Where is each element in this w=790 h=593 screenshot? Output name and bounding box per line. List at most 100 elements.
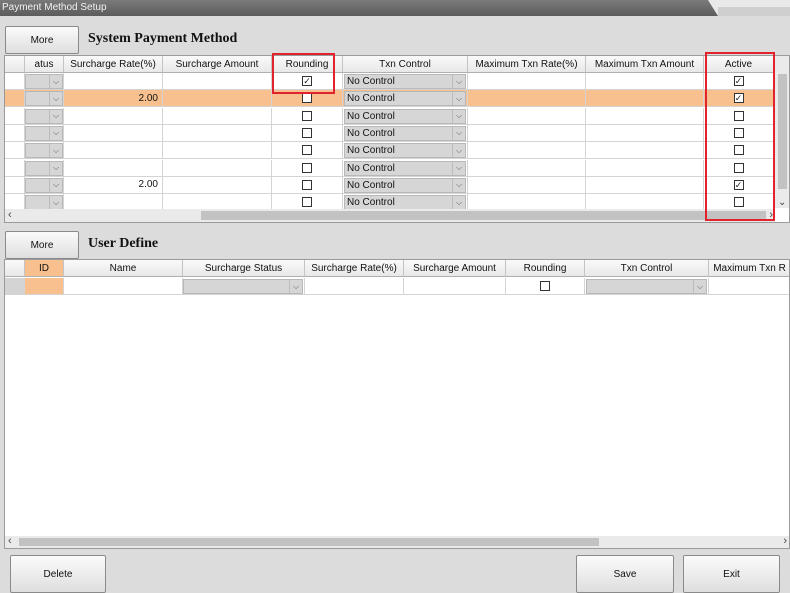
table-row[interactable]: ⌵ No Control ⌵	[5, 142, 774, 160]
surcharge-status-select[interactable]: ⌵	[25, 160, 63, 176]
rounding-cell[interactable]	[272, 107, 343, 125]
table-row[interactable]: ⌵ ⌵	[5, 278, 789, 295]
scrollbar-thumb[interactable]	[778, 74, 787, 189]
scroll-left-icon[interactable]: ‹	[8, 535, 12, 547]
status-cell[interactable]: ⌵	[25, 107, 64, 125]
header-rounding[interactable]: Rounding	[506, 260, 585, 277]
txn-control-select[interactable]: No Control ⌵	[344, 160, 466, 176]
chevron-down-icon[interactable]: ⌵	[49, 109, 62, 123]
surcharge-amount-cell[interactable]	[163, 73, 272, 90]
max-txn-amount-cell[interactable]	[586, 142, 704, 160]
header-rate[interactable]: Surcharge Rate(%)	[64, 56, 163, 73]
chevron-down-icon[interactable]: ⌵	[49, 126, 62, 140]
chevron-down-icon[interactable]: ⌵	[452, 144, 465, 158]
row-selector[interactable]	[5, 159, 25, 177]
surcharge-rate-cell[interactable]	[64, 124, 163, 142]
chevron-down-icon[interactable]: ⌵	[49, 144, 62, 158]
surcharge-status-select[interactable]: ⌵	[183, 279, 303, 294]
header-txn-control[interactable]: Txn Control	[585, 260, 709, 277]
system-more-button[interactable]: More	[5, 26, 79, 54]
max-txn-rate-cell[interactable]	[468, 124, 586, 142]
system-payment-grid[interactable]: atus Surcharge Rate(%) Surcharge Amount Rou…	[4, 55, 790, 223]
txn-control-cell[interactable]: No Control ⌵	[343, 159, 468, 177]
status-cell[interactable]: ⌵	[25, 159, 64, 177]
surcharge-amount-cell[interactable]	[163, 124, 272, 142]
name-cell[interactable]	[64, 278, 183, 295]
header-surcharge-amount[interactable]: Surcharge Amount	[404, 260, 506, 277]
chevron-down-icon[interactable]: ⌵	[49, 92, 62, 106]
rounding-checkbox[interactable]	[302, 110, 312, 121]
horizontal-scrollbar[interactable]: ‹ ›	[5, 535, 789, 548]
max-txn-amount-cell[interactable]	[586, 176, 704, 194]
table-row[interactable]: ⌵ 2.00 No Control ⌵ ✓	[5, 90, 774, 108]
row-selector[interactable]	[5, 107, 25, 125]
header-surcharge-status[interactable]: Surcharge Status	[183, 260, 305, 277]
horizontal-scrollbar[interactable]: ‹ ›	[5, 209, 775, 222]
max-txn-rate-cell[interactable]	[468, 107, 586, 125]
surcharge-status-cell[interactable]: ⌵	[183, 278, 305, 295]
row-selector[interactable]	[5, 176, 25, 194]
scroll-right-icon[interactable]: ›	[783, 535, 787, 547]
scrollbar-thumb[interactable]	[19, 538, 599, 546]
chevron-down-icon[interactable]: ⌵	[49, 178, 62, 192]
rounding-cell[interactable]	[272, 159, 343, 177]
header-name[interactable]: Name	[64, 260, 183, 277]
surcharge-rate-cell[interactable]: 2.00	[64, 90, 163, 108]
chevron-down-icon[interactable]: ⌵	[452, 75, 465, 88]
txn-control-select[interactable]: No Control ⌵	[344, 125, 466, 141]
scroll-left-icon[interactable]: ‹	[8, 209, 12, 221]
rounding-checkbox[interactable]	[540, 281, 550, 291]
table-row[interactable]: ⌵ ✓ No Control ⌵ ✓	[5, 73, 774, 90]
surcharge-status-select[interactable]: ⌵	[25, 177, 63, 193]
row-selector[interactable]	[5, 142, 25, 160]
surcharge-amount-cell[interactable]	[163, 90, 272, 108]
txn-control-select[interactable]: No Control ⌵	[344, 74, 466, 89]
chevron-down-icon[interactable]: ⌵	[49, 161, 62, 175]
surcharge-rate-cell[interactable]	[64, 73, 163, 90]
row-selector[interactable]	[5, 73, 25, 90]
rounding-checkbox[interactable]	[302, 145, 312, 156]
chevron-down-icon[interactable]: ⌵	[452, 92, 465, 106]
user-more-button[interactable]: More	[5, 231, 79, 259]
vertical-scrollbar[interactable]: ⌄	[775, 56, 789, 208]
surcharge-rate-cell[interactable]	[64, 142, 163, 160]
txn-control-select[interactable]: No Control ⌵	[344, 143, 466, 159]
status-cell[interactable]: ⌵	[25, 124, 64, 142]
surcharge-amount-cell[interactable]	[163, 142, 272, 160]
rounding-checkbox[interactable]	[302, 179, 312, 190]
rounding-checkbox[interactable]	[302, 162, 312, 173]
rounding-checkbox[interactable]	[302, 197, 312, 208]
header-id[interactable]: ID	[25, 260, 64, 277]
txn-control-cell[interactable]: No Control ⌵	[343, 176, 468, 194]
table-row[interactable]: ⌵ No Control ⌵	[5, 107, 774, 125]
surcharge-amount-cell[interactable]	[163, 176, 272, 194]
max-txn-rate-cell[interactable]	[468, 90, 586, 108]
status-cell[interactable]: ⌵	[25, 90, 64, 108]
chevron-down-icon[interactable]: ⌵	[693, 280, 706, 293]
surcharge-status-select[interactable]: ⌵	[25, 195, 63, 211]
surcharge-rate-cell[interactable]: 2.00	[64, 176, 163, 194]
max-txn-rate-cell[interactable]	[709, 278, 789, 295]
row-selector[interactable]	[5, 278, 25, 295]
surcharge-status-select[interactable]: ⌵	[25, 74, 63, 89]
chevron-down-icon[interactable]: ⌵	[49, 75, 62, 88]
table-row[interactable]: ⌵ 2.00 No Control ⌵ ✓	[5, 176, 774, 194]
header-status[interactable]: atus	[25, 56, 64, 73]
chevron-down-icon[interactable]: ⌵	[452, 178, 465, 192]
header-amount[interactable]: Surcharge Amount	[163, 56, 272, 73]
rounding-cell[interactable]	[506, 278, 585, 295]
status-cell[interactable]: ⌵	[25, 142, 64, 160]
max-txn-rate-cell[interactable]	[468, 176, 586, 194]
max-txn-rate-cell[interactable]	[468, 73, 586, 90]
surcharge-rate-cell[interactable]	[64, 107, 163, 125]
chevron-down-icon[interactable]: ⌵	[49, 196, 62, 210]
txn-control-select[interactable]: No Control ⌵	[344, 177, 466, 193]
save-button[interactable]: Save	[576, 555, 674, 593]
surcharge-amount-cell[interactable]	[404, 278, 506, 295]
chevron-down-icon[interactable]: ⌵	[452, 126, 465, 140]
max-txn-rate-cell[interactable]	[468, 142, 586, 160]
surcharge-status-select[interactable]: ⌵	[25, 125, 63, 141]
txn-control-select[interactable]: No Control ⌵	[344, 195, 466, 211]
rounding-cell[interactable]	[272, 176, 343, 194]
header-surcharge-rate[interactable]: Surcharge Rate(%)	[305, 260, 404, 277]
